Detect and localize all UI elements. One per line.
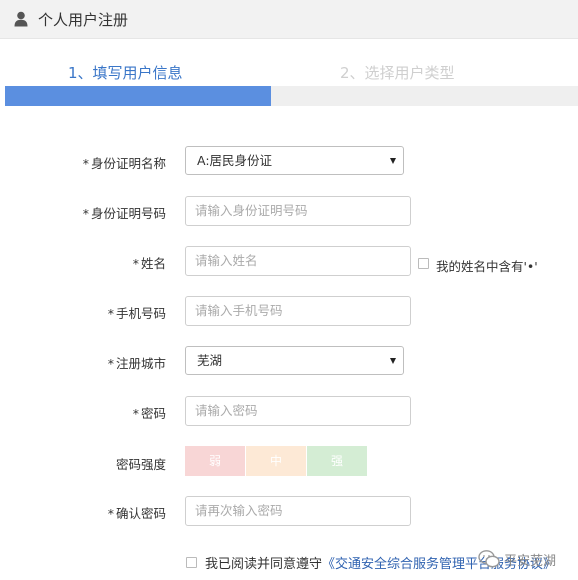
page-title: 个人用户注册 <box>38 11 129 29</box>
confirm-password-label: * 确认密码 <box>107 506 166 521</box>
city-select[interactable]: 芜湖 <box>185 346 404 375</box>
name-dot-checkbox[interactable] <box>418 258 429 269</box>
id-number-input[interactable]: 请输入身份证明号码 <box>185 196 411 226</box>
city-label: * 注册城市 <box>107 356 166 371</box>
step-progress-bar <box>5 86 578 106</box>
agreement-prefix: 我已阅读并同意遵守 <box>205 557 323 572</box>
strength-weak: 弱 <box>185 446 245 476</box>
id-number-label: * 身份证明号码 <box>82 206 166 221</box>
wechat-icon <box>478 550 500 568</box>
step-1-label: 1、填写用户信息 <box>68 64 183 82</box>
confirm-password-placeholder: 请再次输入密码 <box>195 503 283 518</box>
id-type-label: * 身份证明名称 <box>82 156 166 171</box>
required-mark: * <box>107 306 114 321</box>
agreement-checkbox[interactable] <box>186 557 197 568</box>
required-mark: * <box>132 256 139 271</box>
id-type-value: A:居民身份证 <box>197 153 273 168</box>
phone-label: * 手机号码 <box>107 306 166 321</box>
password-input[interactable]: 请输入密码 <box>185 396 411 426</box>
password-placeholder: 请输入密码 <box>195 403 258 418</box>
city-value: 芜湖 <box>197 353 223 368</box>
watermark: 平安芜湖 <box>478 546 578 574</box>
required-mark: * <box>107 356 114 371</box>
name-placeholder: 请输入姓名 <box>195 253 258 268</box>
password-strength-meter: 弱 中 强 <box>185 446 367 476</box>
step-indicator: 1、填写用户信息 2、选择用户类型 <box>0 58 578 88</box>
required-mark: * <box>132 406 139 421</box>
watermark-text: 平安芜湖 <box>504 554 557 569</box>
password-label: * 密码 <box>132 406 166 421</box>
name-input[interactable]: 请输入姓名 <box>185 246 411 276</box>
confirm-password-input[interactable]: 请再次输入密码 <box>185 496 411 526</box>
user-icon <box>14 11 28 27</box>
name-dot-checkbox-label: 我的姓名中含有'•' <box>436 259 538 274</box>
strength-label: 密码强度 <box>115 457 166 472</box>
step-progress-fill <box>5 86 272 106</box>
dropdown-arrow-icon <box>390 358 396 364</box>
required-mark: * <box>82 156 89 171</box>
phone-input[interactable]: 请输入手机号码 <box>185 296 411 326</box>
dropdown-arrow-icon <box>390 158 396 164</box>
name-label: * 姓名 <box>132 256 166 271</box>
id-number-placeholder: 请输入身份证明号码 <box>195 203 308 218</box>
phone-placeholder: 请输入手机号码 <box>195 303 283 318</box>
strength-strong: 强 <box>307 446 367 476</box>
required-mark: * <box>107 506 114 521</box>
id-type-select[interactable]: A:居民身份证 <box>185 146 404 175</box>
step-2-label: 2、选择用户类型 <box>340 64 455 82</box>
page-header: 个人用户注册 <box>0 0 578 39</box>
strength-medium: 中 <box>246 446 306 476</box>
required-mark: * <box>82 206 89 221</box>
